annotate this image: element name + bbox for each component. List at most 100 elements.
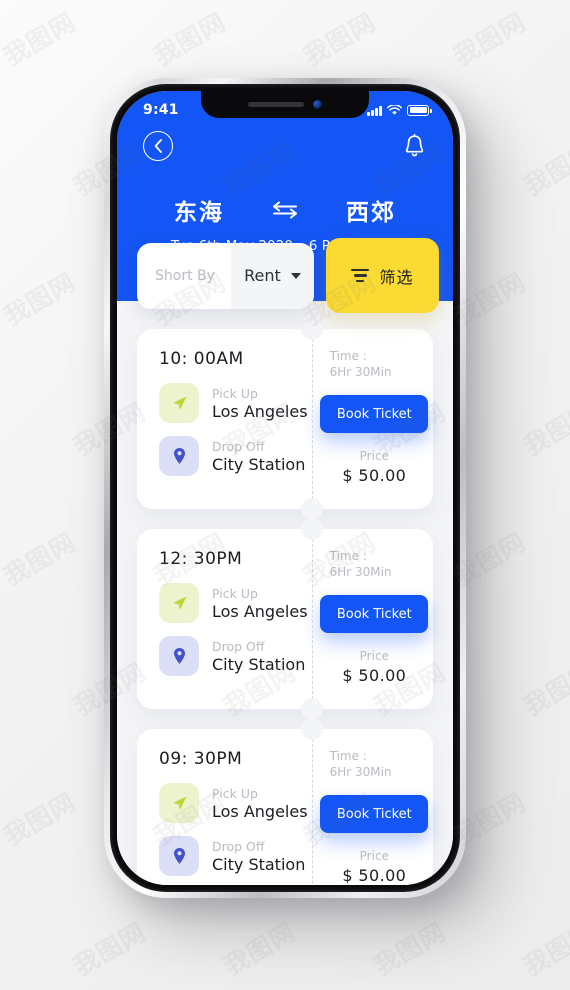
ticket-actions: Time : 6Hr 30Min Book Ticket Price $ 50.… <box>312 729 433 885</box>
watermark-mark: 我图网 <box>0 267 81 332</box>
map-pin-icon <box>159 636 199 676</box>
dropoff-value: City Station <box>212 454 306 474</box>
price-label: Price <box>359 649 389 663</box>
watermark-mark: 我图网 <box>148 7 231 72</box>
ticket-perforation <box>311 329 313 509</box>
pickup-row: Pick Up Los Angeles <box>159 783 312 823</box>
dropoff-label: Drop Off <box>212 638 265 654</box>
price-value: $ 50.00 <box>342 666 407 685</box>
pickup-label: Pick Up <box>212 785 258 801</box>
swap-horizontal-icon <box>273 201 297 219</box>
map-pin-icon <box>159 436 199 476</box>
dropoff-value: City Station <box>212 854 306 874</box>
watermark-mark: 我图网 <box>368 917 451 982</box>
ticket-details: 09: 30PM Pick Up Los Angeles Drop Off Ci… <box>137 729 312 885</box>
watermark-mark: 我图网 <box>518 397 570 462</box>
content-area: Short By Rent 筛选 10: 00AM Pick Up Los An… <box>117 238 453 885</box>
sort-bar: Short By Rent <box>137 242 314 309</box>
pickup-value: Los Angeles <box>212 401 308 421</box>
ticket-card[interactable]: 09: 30PM Pick Up Los Angeles Drop Off Ci… <box>137 718 433 885</box>
navigation-arrow-icon <box>159 583 199 623</box>
front-camera-icon <box>313 100 322 109</box>
swap-route-button[interactable] <box>270 201 300 219</box>
sort-dropdown[interactable]: Rent <box>230 242 314 309</box>
duration-value: 6Hr 30Min <box>329 365 392 379</box>
phone-notch <box>201 91 369 118</box>
ticket-notch-bottom <box>300 498 323 520</box>
ticket-notch-bottom <box>300 698 323 720</box>
ticket-perforation <box>311 729 313 885</box>
departure-time: 09: 30PM <box>159 749 243 769</box>
sort-filter-row: Short By Rent 筛选 <box>117 238 453 313</box>
pickup-text: Pick Up Los Angeles <box>212 786 308 821</box>
watermark-mark: 我图网 <box>518 657 570 722</box>
dropoff-value: City Station <box>212 654 306 674</box>
dropoff-row: Drop Off City Station <box>159 436 312 476</box>
ticket-actions: Time : 6Hr 30Min Book Ticket Price $ 50.… <box>312 329 433 509</box>
map-pin-icon <box>159 836 199 876</box>
duration-label: Time : <box>329 749 367 763</box>
pickup-value: Los Angeles <box>212 601 308 621</box>
watermark-mark: 我图网 <box>298 7 381 72</box>
pickup-value: Los Angeles <box>212 801 308 821</box>
notification-button[interactable] <box>401 132 427 160</box>
pickup-label: Pick Up <box>212 585 258 601</box>
watermark-mark: 我图网 <box>0 527 81 592</box>
route-summary: 东海 西郊 <box>117 193 453 227</box>
wifi-icon <box>387 104 402 115</box>
duration-label: Time : <box>329 349 367 363</box>
price-value: $ 50.00 <box>342 866 407 885</box>
book-ticket-button[interactable]: Book Ticket <box>320 795 429 833</box>
back-button[interactable] <box>143 131 173 161</box>
sort-dropdown-value: Rent <box>244 266 281 285</box>
signal-bars-icon <box>367 105 382 116</box>
dropoff-row: Drop Off City Station <box>159 636 312 676</box>
ticket-details: 12: 30PM Pick Up Los Angeles Drop Off Ci… <box>137 529 312 709</box>
watermark-mark: 我图网 <box>0 787 81 852</box>
ticket-details: 10: 00AM Pick Up Los Angeles Drop Off Ci… <box>137 329 312 509</box>
watermark-mark: 我图网 <box>0 653 2 723</box>
status-bar-clock: 9:41 <box>143 102 179 118</box>
price-label: Price <box>359 849 389 863</box>
ticket-notch-top <box>300 518 323 540</box>
dropoff-text: Drop Off City Station <box>212 639 305 674</box>
filter-button[interactable]: 筛选 <box>326 238 439 313</box>
watermark-mark: 我图网 <box>218 917 301 982</box>
battery-icon <box>407 104 432 116</box>
filter-button-label: 筛选 <box>379 267 414 287</box>
watermark-mark: 我图网 <box>0 393 2 463</box>
destination-city: 西郊 <box>346 200 396 226</box>
price-value: $ 50.00 <box>342 466 407 485</box>
origin-city: 东海 <box>174 200 224 226</box>
ticket-notch-top <box>300 718 323 740</box>
ticket-card[interactable]: 12: 30PM Pick Up Los Angeles Drop Off Ci… <box>137 518 433 720</box>
header-nav-row <box>117 125 453 161</box>
price-label: Price <box>359 449 389 463</box>
navigation-arrow-icon <box>159 783 199 823</box>
pickup-row: Pick Up Los Angeles <box>159 583 312 623</box>
watermark-mark: 我图网 <box>448 7 531 72</box>
dropoff-row: Drop Off City Station <box>159 836 312 876</box>
departure-time: 12: 30PM <box>159 549 243 569</box>
pickup-text: Pick Up Los Angeles <box>212 586 308 621</box>
phone-bezel: 9:41 东海 西郊 6 Short By Rent 筛选 10: 00AM P… <box>110 84 460 892</box>
book-ticket-button[interactable]: Book Ticket <box>320 595 429 633</box>
watermark-mark: 我图网 <box>518 137 570 202</box>
pickup-label: Pick Up <box>212 385 258 401</box>
status-bar-icons <box>367 104 432 116</box>
bell-icon <box>405 134 423 157</box>
chevron-down-icon <box>290 272 301 279</box>
ticket-actions: Time : 6Hr 30Min Book Ticket Price $ 50.… <box>312 529 433 709</box>
dropoff-label: Drop Off <box>212 838 265 854</box>
watermark-mark: 我图网 <box>518 917 570 982</box>
duration-value: 6Hr 30Min <box>329 765 392 779</box>
filter-lines-icon <box>351 268 370 283</box>
departure-time: 10: 00AM <box>159 349 244 369</box>
earpiece-speaker-icon <box>248 102 304 107</box>
dropoff-label: Drop Off <box>212 438 265 454</box>
sort-by-label: Short By <box>155 267 215 284</box>
ticket-card[interactable]: 10: 00AM Pick Up Los Angeles Drop Off Ci… <box>137 318 433 520</box>
book-ticket-button[interactable]: Book Ticket <box>320 395 429 433</box>
phone-device-frame: 9:41 东海 西郊 6 Short By Rent 筛选 10: 00AM P… <box>104 78 466 898</box>
chevron-left-icon <box>154 139 162 153</box>
